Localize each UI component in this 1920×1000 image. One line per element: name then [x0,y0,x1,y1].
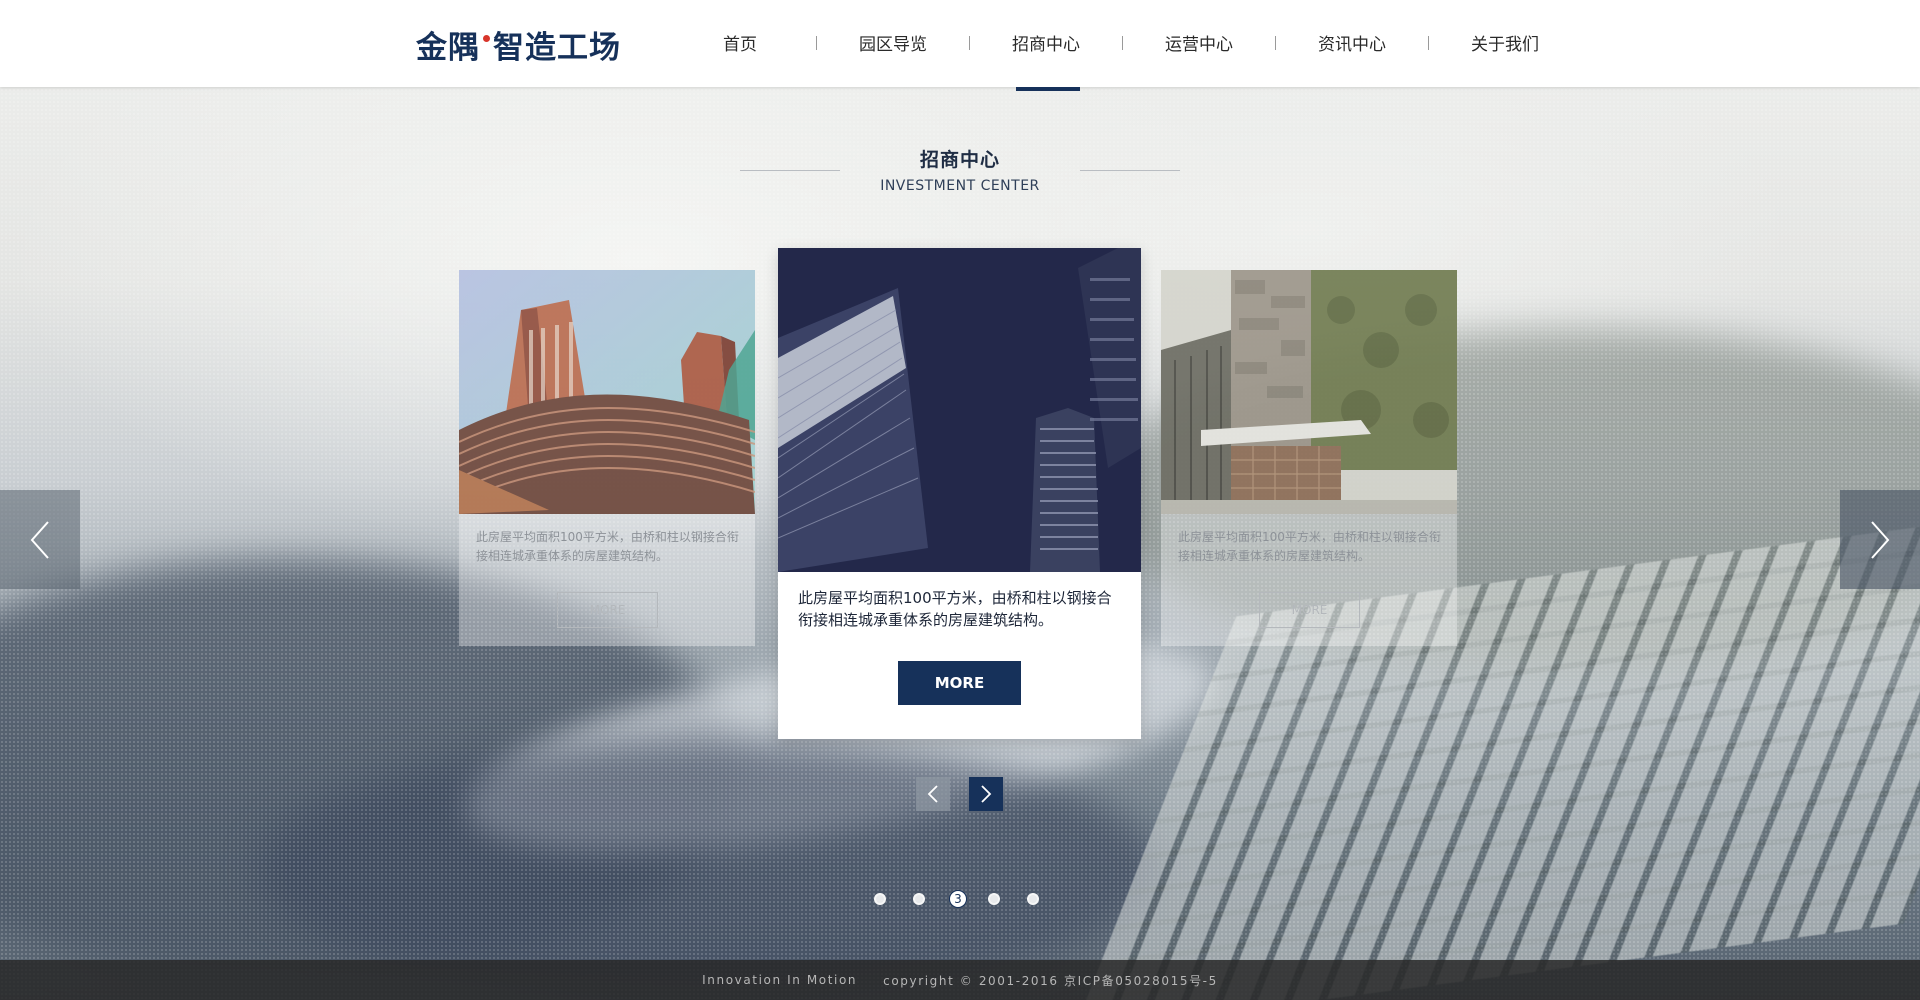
brand-logo-dot [483,35,490,42]
card-description: 此房屋平均面积100平方米，由桥和柱以钢接合衔接相连城承重体系的房屋建筑结构。 [476,530,739,563]
pagination-dot[interactable] [913,893,925,905]
nav-item-label: 资讯中心 [1318,35,1386,55]
chevron-left-icon [30,520,49,559]
chevron-right-icon [1871,520,1890,559]
nav-item-label: 运营中心 [1165,35,1233,55]
pagination-dot-active[interactable]: 3 [949,890,967,908]
brand-logo-part2: 智造工场 [493,30,621,66]
carousel-pagination: 3 [874,890,1066,908]
nav-item-label: 园区导览 [859,35,927,55]
nav-item-operations[interactable]: 运营中心 [1123,0,1275,87]
card-next-button[interactable] [969,777,1003,811]
more-button[interactable]: MORE [898,661,1021,705]
building-photo-residential [459,270,755,514]
nav-item-label: 招商中心 [1012,35,1080,55]
main-nav: 首页 园区导览 招商中心 运营中心 资讯中心 关于我们 [664,0,1581,91]
building-photo-skyscraper [778,248,1141,572]
nav-item-label: 关于我们 [1471,35,1539,55]
chevron-right-icon [981,785,992,803]
nav-item-label: 首页 [723,35,757,55]
nav-item-investment[interactable]: 招商中心 [970,0,1122,91]
brand-logo[interactable]: 金隅 智造工场 [416,22,621,67]
chevron-left-icon [927,785,938,803]
carousel-prev-button[interactable] [0,490,80,589]
pagination-dot[interactable] [1027,893,1039,905]
carousel-card-center[interactable]: 此房屋平均面积100平方米，由桥和柱以钢接合衔接相连城承重体系的房屋建筑结构。 … [778,248,1141,739]
section-heading: 招商中心 INVESTMENT CENTER [0,145,1920,194]
site-footer: Innovation In Motion copyright © 2001-20… [0,960,1920,1000]
building-photo-stone-facade [1161,270,1457,514]
card-prev-button[interactable] [916,777,950,811]
more-button[interactable]: MORE [557,592,658,628]
section-title: 招商中心 [919,149,1000,171]
nav-item-news[interactable]: 资讯中心 [1276,0,1428,87]
footer-copyright: copyright © 2001-2016 京ICP备05028015号-5 [883,973,1218,988]
carousel-card-left[interactable]: 此房屋平均面积100平方米，由桥和柱以钢接合衔接相连城承重体系的房屋建筑结构。 … [459,270,755,646]
site-header: 金隅 智造工场 首页 园区导览 招商中心 运营中心 资讯中心 关于我们 [0,0,1920,91]
card-description: 此房屋平均面积100平方米，由桥和柱以钢接合衔接相连城承重体系的房屋建筑结构。 [798,589,1112,629]
pagination-dot[interactable] [988,893,1000,905]
pagination-dot[interactable] [874,893,886,905]
nav-item-about[interactable]: 关于我们 [1429,0,1581,87]
more-button[interactable]: MORE [1259,592,1360,628]
carousel-card-right[interactable]: 此房屋平均面积100平方米，由桥和柱以钢接合衔接相连城承重体系的房屋建筑结构。 … [1161,270,1457,646]
footer-slogan: Innovation In Motion [702,973,858,987]
card-description: 此房屋平均面积100平方米，由桥和柱以钢接合衔接相连城承重体系的房屋建筑结构。 [1178,530,1441,563]
nav-item-park-tour[interactable]: 园区导览 [817,0,969,87]
brand-logo-part1: 金隅 [416,30,480,66]
carousel-next-button[interactable] [1840,490,1920,589]
nav-item-home[interactable]: 首页 [664,0,816,87]
section-subtitle: INVESTMENT CENTER [880,178,1040,194]
